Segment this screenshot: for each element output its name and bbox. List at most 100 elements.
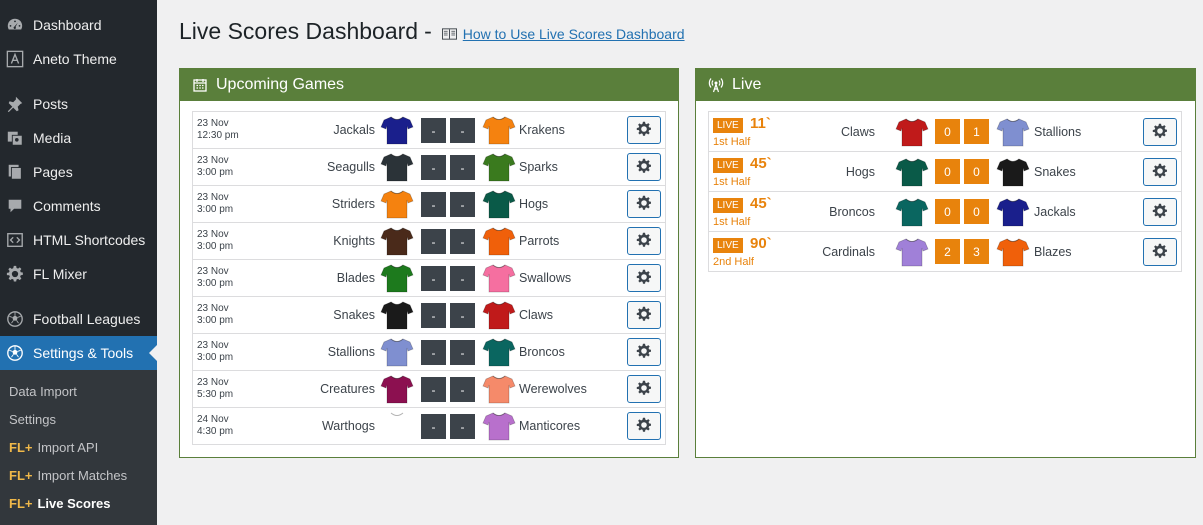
title-separator: - [424, 18, 432, 44]
submenu-import-matches[interactable]: FL+ Import Matches [9, 465, 127, 485]
book-icon [441, 27, 457, 40]
home-shirt-icon [380, 115, 414, 145]
submenu-label: Import API [37, 439, 99, 455]
game-datetime: 23 Nov 3:00 pm [197, 303, 233, 327]
game-settings-button[interactable] [627, 227, 661, 255]
home-score: - [421, 155, 446, 180]
game-settings-button[interactable] [627, 153, 661, 181]
away-shirt-icon [996, 157, 1030, 187]
menu-item-aneto-theme[interactable]: Aneto Theme [0, 42, 157, 76]
home-team-name: Blades [336, 271, 375, 285]
game-settings-button[interactable] [627, 338, 661, 366]
help-link-text: How to Use Live Scores Dashboard [462, 25, 685, 42]
game-datetime: 23 Nov 3:00 pm [197, 340, 233, 364]
game-settings-button[interactable] [627, 264, 661, 292]
away-score: - [450, 118, 475, 143]
away-team-name: Blazes [1034, 245, 1072, 259]
menu-item-html-shortcodes[interactable]: HTML Shortcodes [0, 223, 157, 257]
away-team-name: Snakes [1034, 165, 1076, 179]
live-badge: LIVE [713, 198, 743, 213]
page-title: Live Scores Dashboard - How to Use Live … [179, 18, 685, 45]
home-score: 0 [935, 119, 960, 144]
settings-submenu: Data Import Settings FL+ Import API FL+ … [0, 370, 157, 525]
pin-icon [5, 94, 25, 114]
game-settings-button[interactable] [1143, 198, 1177, 226]
game-settings-button[interactable] [627, 375, 661, 403]
live-game-row: LIVE 11` 1st Half Claws 0 1 Stallions [709, 112, 1181, 152]
game-time: 12:30 pm [197, 130, 239, 141]
game-settings-button[interactable] [627, 301, 661, 329]
submenu-data-import[interactable]: Data Import [9, 381, 77, 401]
menu-label: Settings & Tools [33, 345, 134, 361]
upcoming-games-panel: Upcoming Games 23 Nov 12:30 pm Jackals - - Kr… [179, 68, 679, 458]
submenu-import-api[interactable]: FL+ Import API [9, 437, 98, 457]
home-team-name: Seagulls [327, 160, 375, 174]
away-shirt-icon [482, 226, 516, 256]
away-shirt-icon [482, 115, 516, 145]
submenu-label: Import Matches [37, 467, 128, 483]
away-team-name: Claws [519, 308, 554, 322]
game-date: 23 Nov [197, 192, 229, 203]
broadcast-icon [708, 77, 724, 93]
home-score: - [421, 377, 446, 402]
away-shirt-icon [482, 411, 516, 441]
game-settings-button[interactable] [627, 116, 661, 144]
game-settings-button[interactable] [1143, 118, 1177, 146]
home-team-name: Hogs [845, 165, 875, 179]
menu-item-media[interactable]: Media [0, 121, 157, 155]
home-score: - [421, 266, 446, 291]
home-shirt-icon [380, 411, 414, 441]
submenu-live-scores[interactable]: FL+ Live Scores [9, 493, 110, 513]
game-settings-button[interactable] [1143, 158, 1177, 186]
menu-label: Aneto Theme [33, 51, 117, 67]
match-half: 2nd Half [713, 256, 754, 268]
gear-icon [1152, 163, 1168, 182]
game-settings-button[interactable] [627, 412, 661, 440]
game-time: 3:00 pm [197, 278, 234, 289]
panel-title: Live [732, 76, 762, 93]
menu-item-pages[interactable]: Pages [0, 155, 157, 189]
home-shirt-icon [380, 374, 414, 404]
away-team-name: Hogs [519, 197, 549, 211]
help-link[interactable]: How to Use Live Scores Dashboard [441, 25, 685, 42]
menu-item-comments[interactable]: Comments [0, 189, 157, 223]
away-shirt-icon [482, 337, 516, 367]
game-settings-button[interactable] [627, 190, 661, 218]
away-team-name: Broncos [519, 345, 565, 359]
live-badge: LIVE [713, 158, 743, 173]
game-time: 5:30 pm [197, 389, 234, 400]
away-score: 1 [964, 119, 989, 144]
gear-icon [1152, 123, 1168, 142]
game-date: 23 Nov [197, 229, 229, 240]
menu-item-dashboard[interactable]: Dashboard [0, 8, 157, 42]
submenu-settings[interactable]: Settings [9, 409, 56, 429]
home-shirt-icon [895, 117, 929, 147]
home-team-name: Broncos [829, 205, 875, 219]
submenu-label: Data Import [9, 383, 77, 399]
menu-label: Football Leagues [33, 311, 141, 327]
upcoming-games-list: 23 Nov 12:30 pm Jackals - - Krakens 23 Nov 3:00… [192, 111, 666, 445]
menu-item-football-leagues[interactable]: Football Leagues [0, 302, 157, 336]
admin-sidebar: Dashboard Aneto Theme Posts Media Pages … [0, 0, 157, 525]
menu-label: Posts [33, 96, 69, 112]
menu-label: Pages [33, 164, 73, 180]
pages-icon [5, 162, 25, 182]
match-minute: 90` [750, 235, 772, 252]
football-icon [5, 309, 25, 329]
game-row: 23 Nov 3:00 pm Stallions - - Broncos [193, 334, 665, 371]
home-shirt-icon [380, 226, 414, 256]
menu-item-fl-mixer[interactable]: FL Mixer [0, 257, 157, 291]
away-team-name: Krakens [519, 123, 565, 137]
panel-header: Live [696, 69, 1195, 101]
menu-label: Dashboard [33, 17, 102, 33]
away-score: - [450, 377, 475, 402]
game-time: 4:30 pm [197, 426, 234, 437]
menu-item-posts[interactable]: Posts [0, 87, 157, 121]
menu-item-settings-tools[interactable]: Settings & Tools [0, 336, 157, 370]
game-time: 3:00 pm [197, 315, 234, 326]
live-games-panel: Live LIVE 11` 1st Half Claws 0 1 Stallions LIVE… [695, 68, 1196, 458]
gear-icon [5, 264, 25, 284]
code-icon [5, 230, 25, 250]
game-settings-button[interactable] [1143, 238, 1177, 266]
gear-icon [636, 417, 652, 436]
